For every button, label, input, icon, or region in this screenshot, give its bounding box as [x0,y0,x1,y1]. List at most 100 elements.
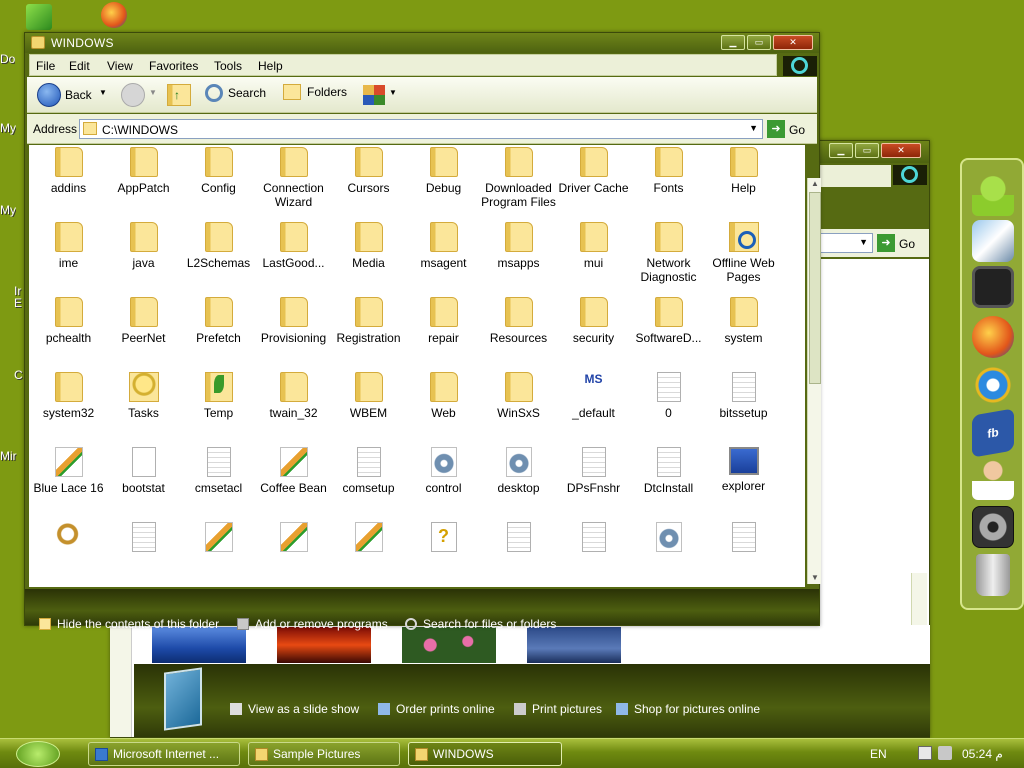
file-item[interactable]: AppPatch [106,147,181,195]
menu-help[interactable]: Help [258,59,283,73]
file-item[interactable]: LastGood... [256,222,331,270]
file-item[interactable]: ime [31,222,106,270]
file-item[interactable]: WinSxS [481,372,556,420]
file-item[interactable]: SoftwareD... [631,297,706,345]
back-button[interactable]: Back ▼ [35,82,109,108]
file-item[interactable]: comsetup [331,447,406,495]
file-item[interactable]: DtcInstall [631,447,706,495]
facebook-icon[interactable]: fb [972,408,1014,458]
file-item[interactable] [556,522,631,556]
scroll-up-icon[interactable]: ▲ [809,178,821,190]
thumbnail-blue-hills[interactable] [152,627,246,663]
file-item[interactable] [106,522,181,556]
forward-dropdown-icon[interactable]: ▼ [149,88,157,97]
minimize-button[interactable]: ▁ [829,143,853,158]
file-item[interactable]: addins [31,147,106,195]
address-field[interactable]: C:\WINDOWS ▼ [79,119,763,139]
file-item[interactable]: java [106,222,181,270]
file-item[interactable]: desktop [481,447,556,495]
file-item[interactable]: Temp [181,372,256,420]
taskbar-button-sample-pictures[interactable]: Sample Pictures [248,742,400,766]
file-item[interactable] [181,522,256,556]
file-item[interactable]: Offline Web Pages [706,222,781,284]
hide-contents-link[interactable]: Hide the contents of this folder [39,617,219,631]
vertical-scrollbar[interactable]: ▲ ▼ [807,178,821,584]
support-agent-icon[interactable] [972,458,1014,500]
up-folder-button[interactable]: ↑ [167,84,191,106]
file-item[interactable]: ? [406,522,481,556]
tablet-icon[interactable] [972,266,1014,308]
menu-edit[interactable]: Edit [69,59,90,73]
tray-network-icon[interactable] [918,746,932,760]
file-item[interactable]: Web [406,372,481,420]
file-item[interactable]: Media [331,222,406,270]
file-item[interactable]: system32 [31,372,106,420]
file-item[interactable]: Fonts [631,147,706,195]
add-remove-programs-link[interactable]: Add or remove programs [237,617,388,631]
file-item[interactable]: bootstat [106,447,181,495]
file-item[interactable]: Config [181,147,256,195]
tray-speaker-icon[interactable] [938,746,952,760]
file-item[interactable]: bitssetup [706,372,781,420]
file-item[interactable]: Help [706,147,781,195]
file-item[interactable]: Resources [481,297,556,345]
menu-favorites[interactable]: Favorites [149,59,198,73]
menu-view[interactable]: View [107,59,133,73]
address-dropdown-icon[interactable]: ▼ [749,123,758,133]
back-go-icon[interactable]: ➜ [877,234,895,252]
desktop-label-1[interactable]: Do [0,52,15,66]
file-item[interactable]: Network Diagnostic [631,222,706,284]
close-button[interactable]: ✕ [773,35,813,50]
scroll-thumb[interactable] [809,192,821,384]
file-item[interactable]: msapps [481,222,556,270]
maximize-button[interactable]: ▭ [747,35,771,50]
language-indicator[interactable]: EN [870,747,887,761]
file-item[interactable] [706,522,781,556]
order-prints-link[interactable]: Order prints online [378,702,495,716]
scroll-down-icon[interactable]: ▼ [809,572,821,584]
file-item[interactable]: cmsetacl [181,447,256,495]
file-item[interactable]: Prefetch [181,297,256,345]
back-go-button[interactable]: Go [899,237,915,251]
forward-button[interactable]: ▼ [119,82,159,108]
back-dropdown-icon[interactable]: ▼ [99,88,107,97]
file-item[interactable]: PeerNet [106,297,181,345]
file-item[interactable]: security [556,297,631,345]
file-item[interactable]: Debug [406,147,481,195]
file-item[interactable] [631,522,706,556]
file-item[interactable]: Connection Wizard [256,147,331,209]
trash-icon[interactable] [976,554,1010,596]
file-item[interactable] [331,522,406,556]
desktop-label-6[interactable]: Mir [0,449,17,463]
file-item[interactable]: DPsFnshr [556,447,631,495]
windows-explorer-window[interactable]: WINDOWS ▁ ▭ ✕ File Edit View Favorites T… [24,32,821,631]
file-item[interactable]: Coffee Bean [256,447,331,495]
file-item[interactable]: system [706,297,781,345]
shop-pictures-link[interactable]: Shop for pictures online [616,702,760,716]
taskbar-button-windows[interactable]: WINDOWS [408,742,562,766]
menu-tools[interactable]: Tools [214,59,242,73]
file-item[interactable]: Provisioning [256,297,331,345]
desktop-label-2[interactable]: My [0,121,16,135]
go-arrow-icon[interactable]: ➜ [767,120,785,138]
settings-gear-icon[interactable] [972,506,1014,548]
desktop-label-3[interactable]: My [0,203,16,217]
views-button[interactable]: ▼ [363,85,397,105]
file-item[interactable]: repair [406,297,481,345]
taskbar-button-internet[interactable]: Microsoft Internet ... [88,742,240,766]
start-button[interactable] [16,741,60,767]
file-item[interactable]: Cursors [331,147,406,195]
file-item[interactable]: control [406,447,481,495]
thumbnail-sunset[interactable] [277,627,371,663]
minimize-button[interactable]: ▁ [721,35,745,50]
back-address-dropdown[interactable]: ▼ [819,233,873,253]
view-slideshow-link[interactable]: View as a slide show [230,702,359,716]
file-item[interactable] [256,522,331,556]
internet-explorer-icon[interactable] [972,364,1014,406]
desktop-label-4[interactable]: Ir E [0,285,22,309]
file-item[interactable]: Driver Cache [556,147,631,195]
maximize-button[interactable]: ▭ [855,143,879,158]
file-item[interactable]: MS _default [556,372,631,420]
file-item[interactable]: Registration [331,297,406,345]
file-item[interactable]: Blue Lace 16 [31,447,106,495]
